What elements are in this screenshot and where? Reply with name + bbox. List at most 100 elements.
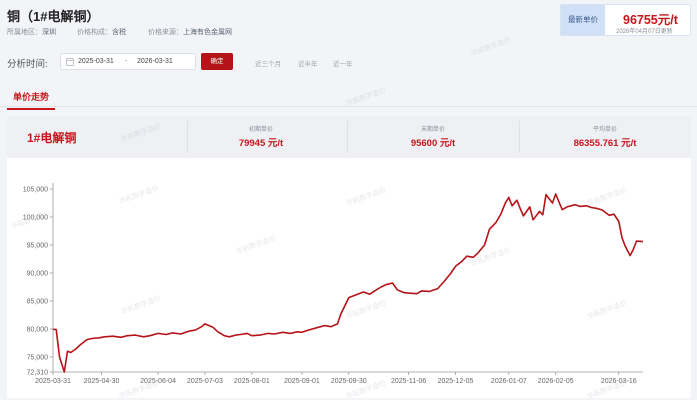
quick-range-3-months[interactable]: 近三个月 — [255, 58, 281, 68]
data-point[interactable] — [578, 204, 583, 209]
data-point[interactable] — [531, 217, 536, 222]
data-point[interactable] — [527, 204, 532, 209]
data-point[interactable] — [616, 219, 621, 224]
data-point[interactable] — [442, 279, 447, 284]
data-point[interactable] — [322, 323, 327, 328]
data-point[interactable] — [540, 212, 545, 217]
data-point[interactable] — [211, 325, 216, 330]
data-point[interactable] — [544, 192, 549, 197]
data-point[interactable] — [338, 312, 343, 317]
data-point[interactable] — [518, 206, 523, 211]
data-point[interactable] — [631, 247, 636, 252]
data-point[interactable] — [54, 327, 59, 332]
data-point[interactable] — [346, 295, 351, 300]
data-point[interactable] — [628, 253, 633, 258]
data-point[interactable] — [96, 335, 101, 340]
data-point[interactable] — [245, 331, 250, 336]
data-point[interactable] — [453, 264, 458, 269]
data-point[interactable] — [215, 329, 220, 334]
data-point[interactable] — [460, 259, 465, 264]
data-point[interactable] — [427, 289, 432, 294]
data-point[interactable] — [222, 333, 227, 338]
data-point[interactable] — [384, 282, 389, 287]
data-point[interactable] — [573, 202, 578, 207]
data-point[interactable] — [102, 334, 107, 339]
data-point[interactable] — [233, 333, 238, 338]
data-point[interactable] — [110, 334, 115, 339]
data-point[interactable] — [435, 286, 440, 291]
data-point[interactable] — [361, 290, 366, 295]
data-point[interactable] — [623, 244, 628, 249]
data-point[interactable] — [170, 330, 175, 335]
end-date[interactable]: 2026-03-31 — [137, 58, 173, 65]
data-point[interactable] — [299, 330, 304, 335]
data-point[interactable] — [372, 288, 377, 293]
confirm-button[interactable]: 确定 — [201, 53, 233, 70]
data-point[interactable] — [379, 285, 384, 290]
data-point[interactable] — [118, 335, 123, 340]
data-point[interactable] — [419, 288, 424, 293]
data-point[interactable] — [257, 333, 262, 338]
data-point[interactable] — [148, 333, 153, 338]
data-point[interactable] — [514, 198, 519, 203]
data-point[interactable] — [335, 321, 340, 326]
data-point[interactable] — [156, 331, 161, 336]
data-point[interactable] — [611, 212, 616, 217]
data-point[interactable] — [464, 254, 469, 259]
data-point[interactable] — [553, 192, 558, 197]
data-point[interactable] — [288, 331, 293, 336]
data-point[interactable] — [202, 321, 207, 326]
date-range-picker[interactable]: 2025-03-31 - 2026-03-31 — [60, 53, 196, 70]
data-point[interactable] — [406, 291, 411, 296]
data-point[interactable] — [560, 207, 565, 212]
data-point[interactable] — [89, 336, 94, 341]
data-point[interactable] — [584, 203, 589, 208]
quick-range-1-year[interactable]: 近一年 — [333, 58, 353, 68]
data-point[interactable] — [84, 337, 89, 342]
data-point[interactable] — [164, 332, 169, 337]
data-point[interactable] — [641, 239, 646, 244]
data-point[interactable] — [141, 334, 146, 339]
data-point[interactable] — [314, 325, 319, 330]
data-point[interactable] — [607, 213, 612, 218]
data-point[interactable] — [68, 350, 73, 355]
data-point[interactable] — [193, 328, 198, 333]
data-point[interactable] — [249, 333, 254, 338]
data-point[interactable] — [367, 292, 372, 297]
data-point[interactable] — [600, 208, 605, 213]
data-point[interactable] — [482, 243, 487, 248]
data-point[interactable] — [471, 255, 476, 260]
data-point[interactable] — [57, 354, 62, 359]
price-trend-chart[interactable]: 105,000 100,000 95,000 90,000 85,000 80,000 75… — [0, 116, 697, 400]
data-point[interactable] — [178, 332, 183, 337]
start-date[interactable]: 2025-03-31 — [78, 58, 114, 65]
data-point[interactable] — [390, 281, 395, 286]
data-point[interactable] — [329, 324, 334, 329]
data-point[interactable] — [493, 220, 498, 225]
data-point[interactable] — [487, 227, 492, 232]
quick-range-6-months[interactable]: 近半年 — [298, 58, 318, 68]
data-point[interactable] — [280, 330, 285, 335]
data-point[interactable] — [589, 205, 594, 210]
data-point[interactable] — [506, 195, 511, 200]
data-point[interactable] — [414, 291, 419, 296]
data-point[interactable] — [306, 328, 311, 333]
data-point[interactable] — [238, 332, 243, 337]
data-point[interactable] — [498, 212, 503, 217]
data-point[interactable] — [401, 290, 406, 295]
data-point[interactable] — [595, 206, 600, 211]
data-point[interactable] — [620, 235, 625, 240]
data-point[interactable] — [266, 331, 271, 336]
data-point[interactable] — [62, 370, 67, 375]
data-point[interactable] — [550, 201, 555, 206]
data-point[interactable] — [272, 332, 277, 337]
data-point[interactable] — [227, 334, 232, 339]
data-point[interactable] — [503, 200, 508, 205]
data-point[interactable] — [295, 329, 300, 334]
tab-price-trend[interactable]: 单价走势 — [7, 90, 56, 110]
data-point[interactable] — [448, 271, 453, 276]
data-point[interactable] — [634, 239, 639, 244]
data-point[interactable] — [395, 287, 400, 292]
data-point[interactable] — [186, 329, 191, 334]
data-point[interactable] — [565, 204, 570, 209]
